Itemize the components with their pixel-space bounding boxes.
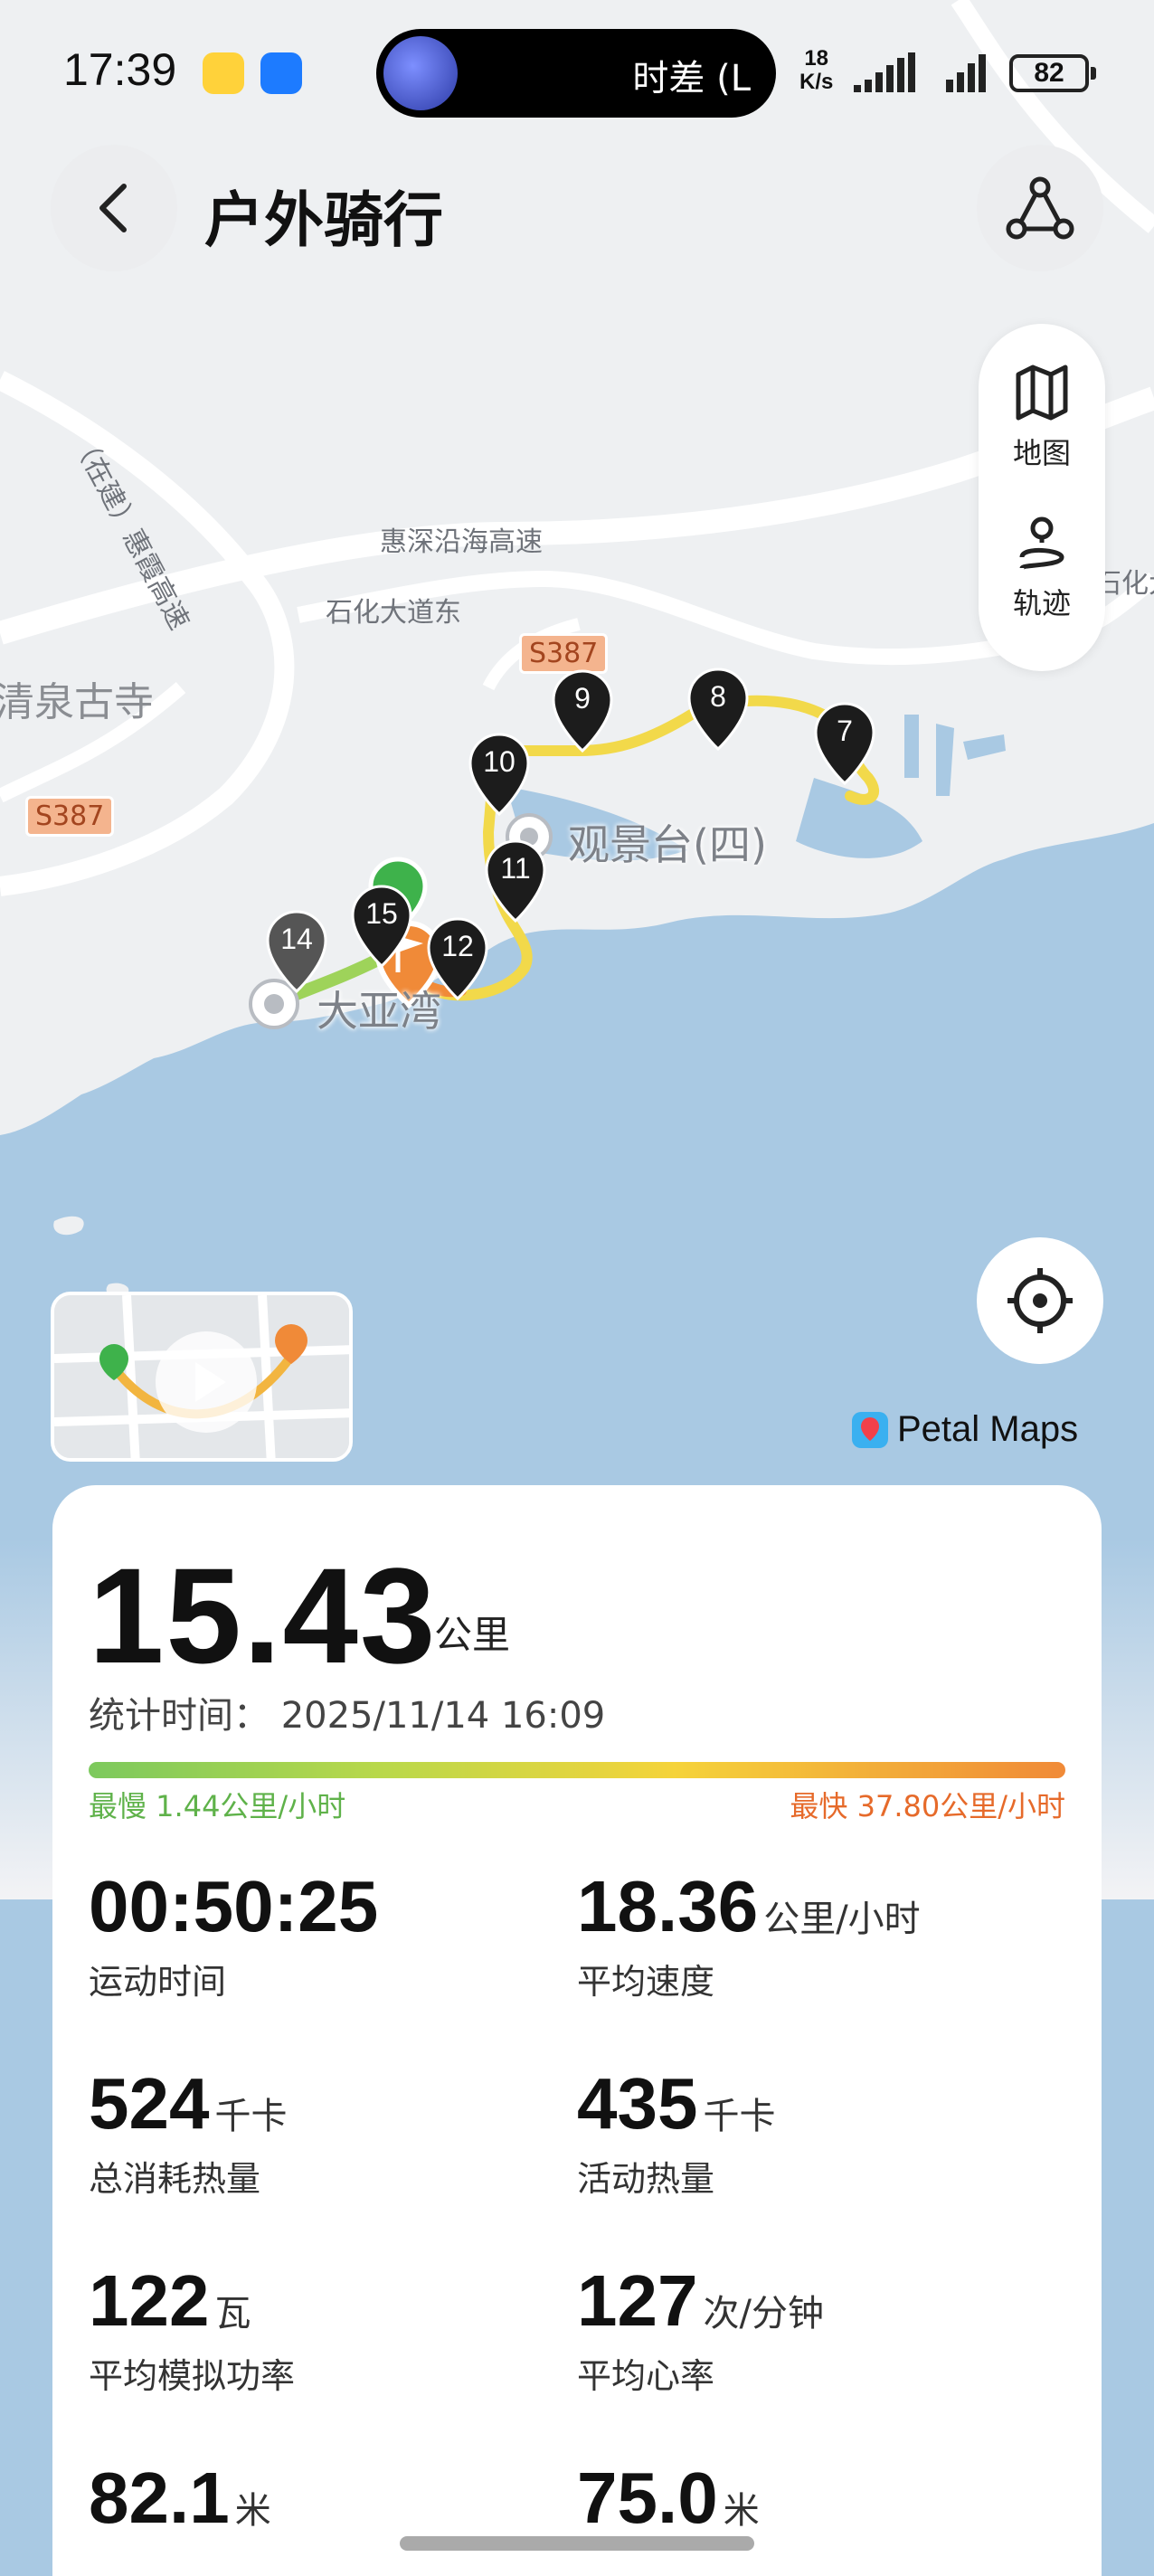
route-share-button[interactable] — [977, 145, 1103, 271]
metric-avg-power: 122 瓦 平均模拟功率 — [89, 2260, 296, 2396]
petal-maps-logo-icon — [852, 1411, 888, 1448]
page-title: 户外骑行 — [204, 185, 443, 255]
stats-card: 15.43 公里 统计时间： 2025/11/14 16:09 最慢 1.44公… — [52, 1485, 1102, 2576]
road-label-highway: 惠深沿海高速 — [380, 526, 543, 558]
battery-indicator: 82 — [1009, 54, 1096, 92]
pier — [904, 715, 919, 778]
metric-total-calories: 524 千卡 总消耗热量 — [89, 2063, 288, 2199]
play-icon — [195, 1362, 226, 1402]
chevron-left-icon — [99, 184, 127, 232]
track-mode-button[interactable]: 轨迹 — [979, 514, 1105, 622]
media-artwork-icon — [383, 36, 458, 110]
speed-gradient-bar — [89, 1762, 1065, 1778]
status-time: 17:39 — [63, 44, 177, 95]
home-indicator[interactable] — [400, 2536, 754, 2551]
track-replay-thumbnail[interactable] — [51, 1292, 353, 1462]
message-app-icon — [260, 52, 302, 94]
metric-elevation-b: 75.0 米 — [577, 2458, 760, 2538]
poi-label-viewpoint: 观景台(四) — [568, 820, 767, 869]
network-speed: 18 K/s — [799, 46, 834, 94]
island-text: 时差 (L — [632, 58, 751, 99]
stat-time: 统计时间： 2025/11/14 16:09 — [89, 1695, 606, 1737]
route-share-icon — [1006, 176, 1074, 240]
road-label-avenue: 石化大道东 — [326, 597, 461, 629]
map-icon — [1016, 365, 1068, 421]
km-marker[interactable]: 7 — [812, 702, 877, 785]
locate-button[interactable] — [977, 1237, 1103, 1364]
weibo-icon — [203, 52, 244, 94]
distance-value: 15.43 — [89, 1539, 438, 1691]
map-mode-panel: 地图 轨迹 — [979, 324, 1105, 671]
track-mode-label: 轨迹 — [1012, 586, 1071, 620]
dynamic-island[interactable]: 时差 (L — [376, 29, 776, 118]
signal-strength-icon-2 — [946, 54, 986, 92]
metric-avg-heart-rate: 127 次/分钟 平均心率 — [577, 2260, 824, 2396]
status-bar: 17:39 时差 (L 18 K/s 82 — [0, 0, 1154, 136]
back-button[interactable] — [51, 145, 177, 271]
map-mode-label: 地图 — [1012, 436, 1071, 470]
metric-active-calories: 435 千卡 活动热量 — [577, 2063, 776, 2199]
track-icon — [1019, 516, 1064, 571]
metric-avg-speed: 18.36 公里/小时 平均速度 — [577, 1866, 921, 2002]
km-marker[interactable]: 12 — [425, 917, 490, 1000]
poi-label-dayawan: 大亚湾 — [317, 987, 441, 1036]
signal-strength-icon — [854, 52, 915, 92]
km-marker[interactable]: 15 — [349, 885, 414, 968]
km-marker[interactable]: 9 — [550, 669, 615, 753]
map-mode-button[interactable]: 地图 — [979, 364, 1105, 472]
highway-shield-s387: S387 — [25, 796, 115, 837]
km-marker[interactable]: 10 — [467, 733, 532, 816]
km-marker[interactable]: 8 — [686, 668, 751, 751]
speed-max-label: 最快 37.80公里/小时 — [790, 1789, 1065, 1823]
island — [53, 1216, 84, 1236]
highway-shield-s387: S387 — [519, 633, 609, 674]
metric-elevation-a: 82.1 米 — [89, 2458, 271, 2538]
poi-label-temple: 清泉古寺 — [0, 679, 154, 725]
speed-min-label: 最慢 1.44公里/小时 — [89, 1789, 346, 1823]
map-attribution: Petal Maps — [850, 1409, 1078, 1450]
distance-unit: 公里 — [434, 1613, 511, 1657]
km-marker[interactable]: 11 — [483, 839, 548, 923]
km-marker[interactable]: 14 — [264, 910, 329, 993]
crosshair-icon — [1007, 1268, 1073, 1333]
metric-duration: 00:50:25 运动时间 — [89, 1866, 379, 2002]
